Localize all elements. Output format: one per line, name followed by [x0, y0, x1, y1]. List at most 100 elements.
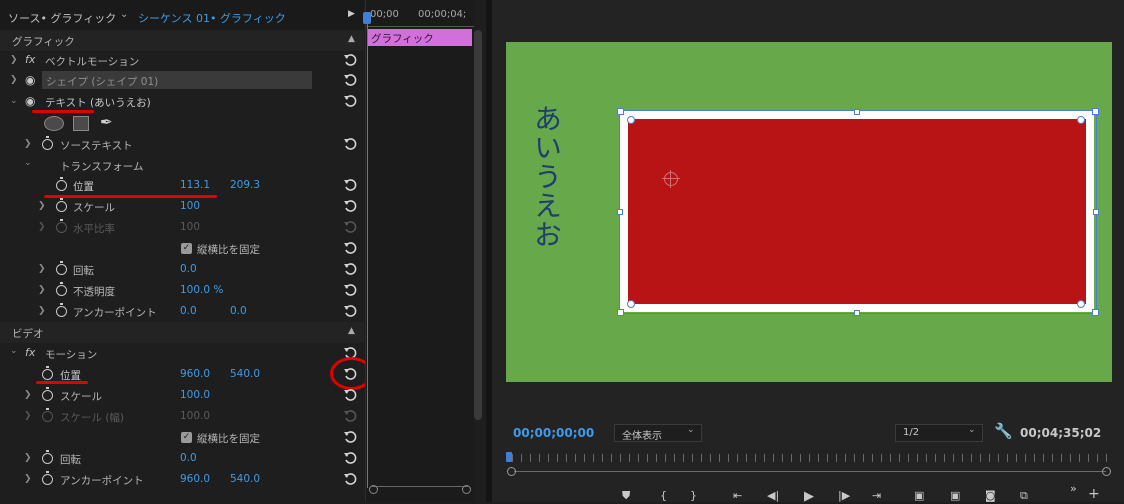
collapse-chevron-icon[interactable]: ⌄	[24, 158, 32, 168]
transform-row[interactable]: ⌄ トランスフォーム	[0, 155, 364, 176]
expand-chevron-icon[interactable]: ❯	[24, 474, 32, 484]
corner-radius-handle[interactable]	[627, 300, 635, 308]
collapse-up-icon[interactable]: ▲	[348, 34, 355, 44]
expand-chevron-icon[interactable]: ❯	[24, 390, 32, 400]
timeline-ruler[interactable]	[366, 22, 474, 27]
mark-in-icon[interactable]: {	[660, 489, 667, 502]
reset-icon[interactable]	[343, 472, 357, 486]
stopwatch-icon[interactable]	[56, 177, 67, 191]
edge-handle[interactable]	[1093, 209, 1099, 215]
video-scale-value[interactable]: 100.0	[180, 389, 210, 401]
graphics-opacity-row[interactable]: ❯ 不透明度 100.0 %	[0, 280, 364, 301]
sequence-tab[interactable]: シーケンス 01• グラフィック	[138, 10, 286, 26]
fit-select[interactable]: 全体表示 ⌄	[614, 424, 702, 442]
anchor-x-value[interactable]: 0.0	[180, 305, 197, 317]
source-tab[interactable]: ソース• グラフィック	[8, 10, 116, 26]
step-forward-icon[interactable]: |▶	[838, 489, 850, 502]
resolution-select[interactable]: 1/2 ⌄	[895, 424, 983, 442]
source-text-row[interactable]: ❯ ソーステキスト	[0, 134, 364, 155]
corner-radius-handle[interactable]	[627, 116, 635, 124]
video-anchor-row[interactable]: ❯ アンカーポイント 960.0 540.0	[0, 469, 364, 490]
playhead[interactable]	[367, 12, 368, 488]
collapse-chevron-icon[interactable]: ⌄	[10, 346, 18, 356]
mark-out-icon[interactable]: }	[690, 489, 697, 502]
edge-handle[interactable]	[854, 109, 860, 115]
wrench-icon[interactable]: 🔧	[994, 422, 1013, 440]
current-timecode[interactable]: 00;00;00;00	[513, 426, 594, 440]
reset-icon[interactable]	[343, 94, 357, 108]
expand-chevron-icon[interactable]: ❯	[10, 75, 18, 85]
stopwatch-icon[interactable]	[42, 387, 53, 401]
go-to-out-icon[interactable]: ⇥	[872, 489, 881, 502]
expand-chevron-icon[interactable]: ❯	[38, 306, 46, 316]
play-triangle-icon[interactable]: ▶	[348, 9, 355, 19]
lift-icon[interactable]: ▣	[914, 489, 924, 502]
step-back-icon[interactable]: ◀|	[767, 489, 779, 502]
corner-handle[interactable]	[1092, 108, 1099, 115]
zoom-scroll-bar[interactable]	[514, 471, 1106, 472]
expand-chevron-icon[interactable]: ❯	[38, 285, 46, 295]
position-y-value[interactable]: 209.3	[230, 179, 260, 191]
marker-icon[interactable]: ⛊	[622, 489, 630, 503]
rotation-value[interactable]: 0.0	[180, 263, 197, 275]
video-position-x-value[interactable]: 960.0	[180, 368, 210, 380]
reset-icon[interactable]	[343, 53, 357, 67]
video-position-y-value[interactable]: 540.0	[230, 368, 260, 380]
reset-icon[interactable]	[343, 451, 357, 465]
anchor-point-icon[interactable]	[662, 170, 680, 188]
stopwatch-icon[interactable]	[56, 261, 67, 275]
corner-handle[interactable]	[617, 108, 624, 115]
reset-icon[interactable]	[343, 388, 357, 402]
stopwatch-icon[interactable]	[56, 303, 67, 317]
collapse-up-icon[interactable]: ▲	[348, 326, 355, 336]
reset-icon[interactable]	[343, 73, 357, 87]
graphics-anchor-row[interactable]: ❯ アンカーポイント 0.0 0.0	[0, 301, 364, 322]
corner-radius-handle[interactable]	[1077, 116, 1085, 124]
reset-icon[interactable]	[343, 430, 357, 444]
anchor-y-value[interactable]: 0.0	[230, 305, 247, 317]
panel-scrollbar[interactable]	[474, 30, 482, 420]
corner-handle[interactable]	[1092, 309, 1099, 316]
stopwatch-icon[interactable]	[42, 450, 53, 464]
video-scale-row[interactable]: ❯ スケール 100.0	[0, 385, 364, 406]
zoom-handle-left[interactable]	[507, 467, 516, 476]
video-uniform-scale-checkbox[interactable]: ✓	[181, 432, 192, 443]
vertical-text[interactable]: あいうえお	[526, 104, 566, 249]
position-x-value[interactable]: 113.1	[180, 179, 210, 191]
expand-chevron-icon[interactable]: ❯	[24, 139, 32, 149]
eye-icon[interactable]: ◉	[25, 73, 35, 87]
video-rotation-value[interactable]: 0.0	[180, 452, 197, 464]
video-anchor-y-value[interactable]: 540.0	[230, 473, 260, 485]
extract-icon[interactable]: ▣	[950, 489, 960, 502]
time-ruler[interactable]	[512, 454, 1107, 462]
add-icon[interactable]: +	[1088, 486, 1100, 502]
eye-icon[interactable]: ◉	[25, 94, 35, 108]
export-frame-icon[interactable]: ◙	[985, 489, 996, 502]
edge-handle[interactable]	[854, 310, 860, 316]
playhead-handle[interactable]	[363, 12, 371, 24]
graphics-rotation-row[interactable]: ❯ 回転 0.0	[0, 259, 364, 280]
more-icon[interactable]: »	[1070, 482, 1077, 495]
corner-handle[interactable]	[617, 309, 624, 316]
reset-icon[interactable]	[343, 304, 357, 318]
compare-icon[interactable]: ⧉	[1020, 489, 1028, 503]
corner-radius-handle[interactable]	[1077, 300, 1085, 308]
fx-icon[interactable]: fx	[25, 346, 35, 359]
reset-icon[interactable]	[343, 283, 357, 297]
graphics-position-row[interactable]: 位置 113.1 209.3	[0, 175, 364, 196]
rect-mask-icon[interactable]	[73, 116, 89, 131]
stopwatch-icon[interactable]	[42, 366, 53, 380]
graphic-clip[interactable]: グラフィック	[368, 29, 472, 46]
reset-icon[interactable]	[343, 178, 357, 192]
reset-icon[interactable]	[343, 199, 357, 213]
expand-chevron-icon[interactable]: ❯	[10, 55, 18, 65]
opacity-value[interactable]: 100.0 %	[180, 284, 223, 296]
video-rotation-row[interactable]: ❯ 回転 0.0	[0, 448, 364, 469]
expand-chevron-icon[interactable]: ❯	[38, 264, 46, 274]
graphics-scale-row[interactable]: ❯ スケール 100	[0, 196, 364, 217]
edge-handle[interactable]	[617, 209, 623, 215]
video-anchor-x-value[interactable]: 960.0	[180, 473, 210, 485]
reset-icon[interactable]	[343, 241, 357, 255]
scale-value[interactable]: 100	[180, 200, 200, 212]
uniform-scale-checkbox[interactable]: ✓	[181, 243, 192, 254]
